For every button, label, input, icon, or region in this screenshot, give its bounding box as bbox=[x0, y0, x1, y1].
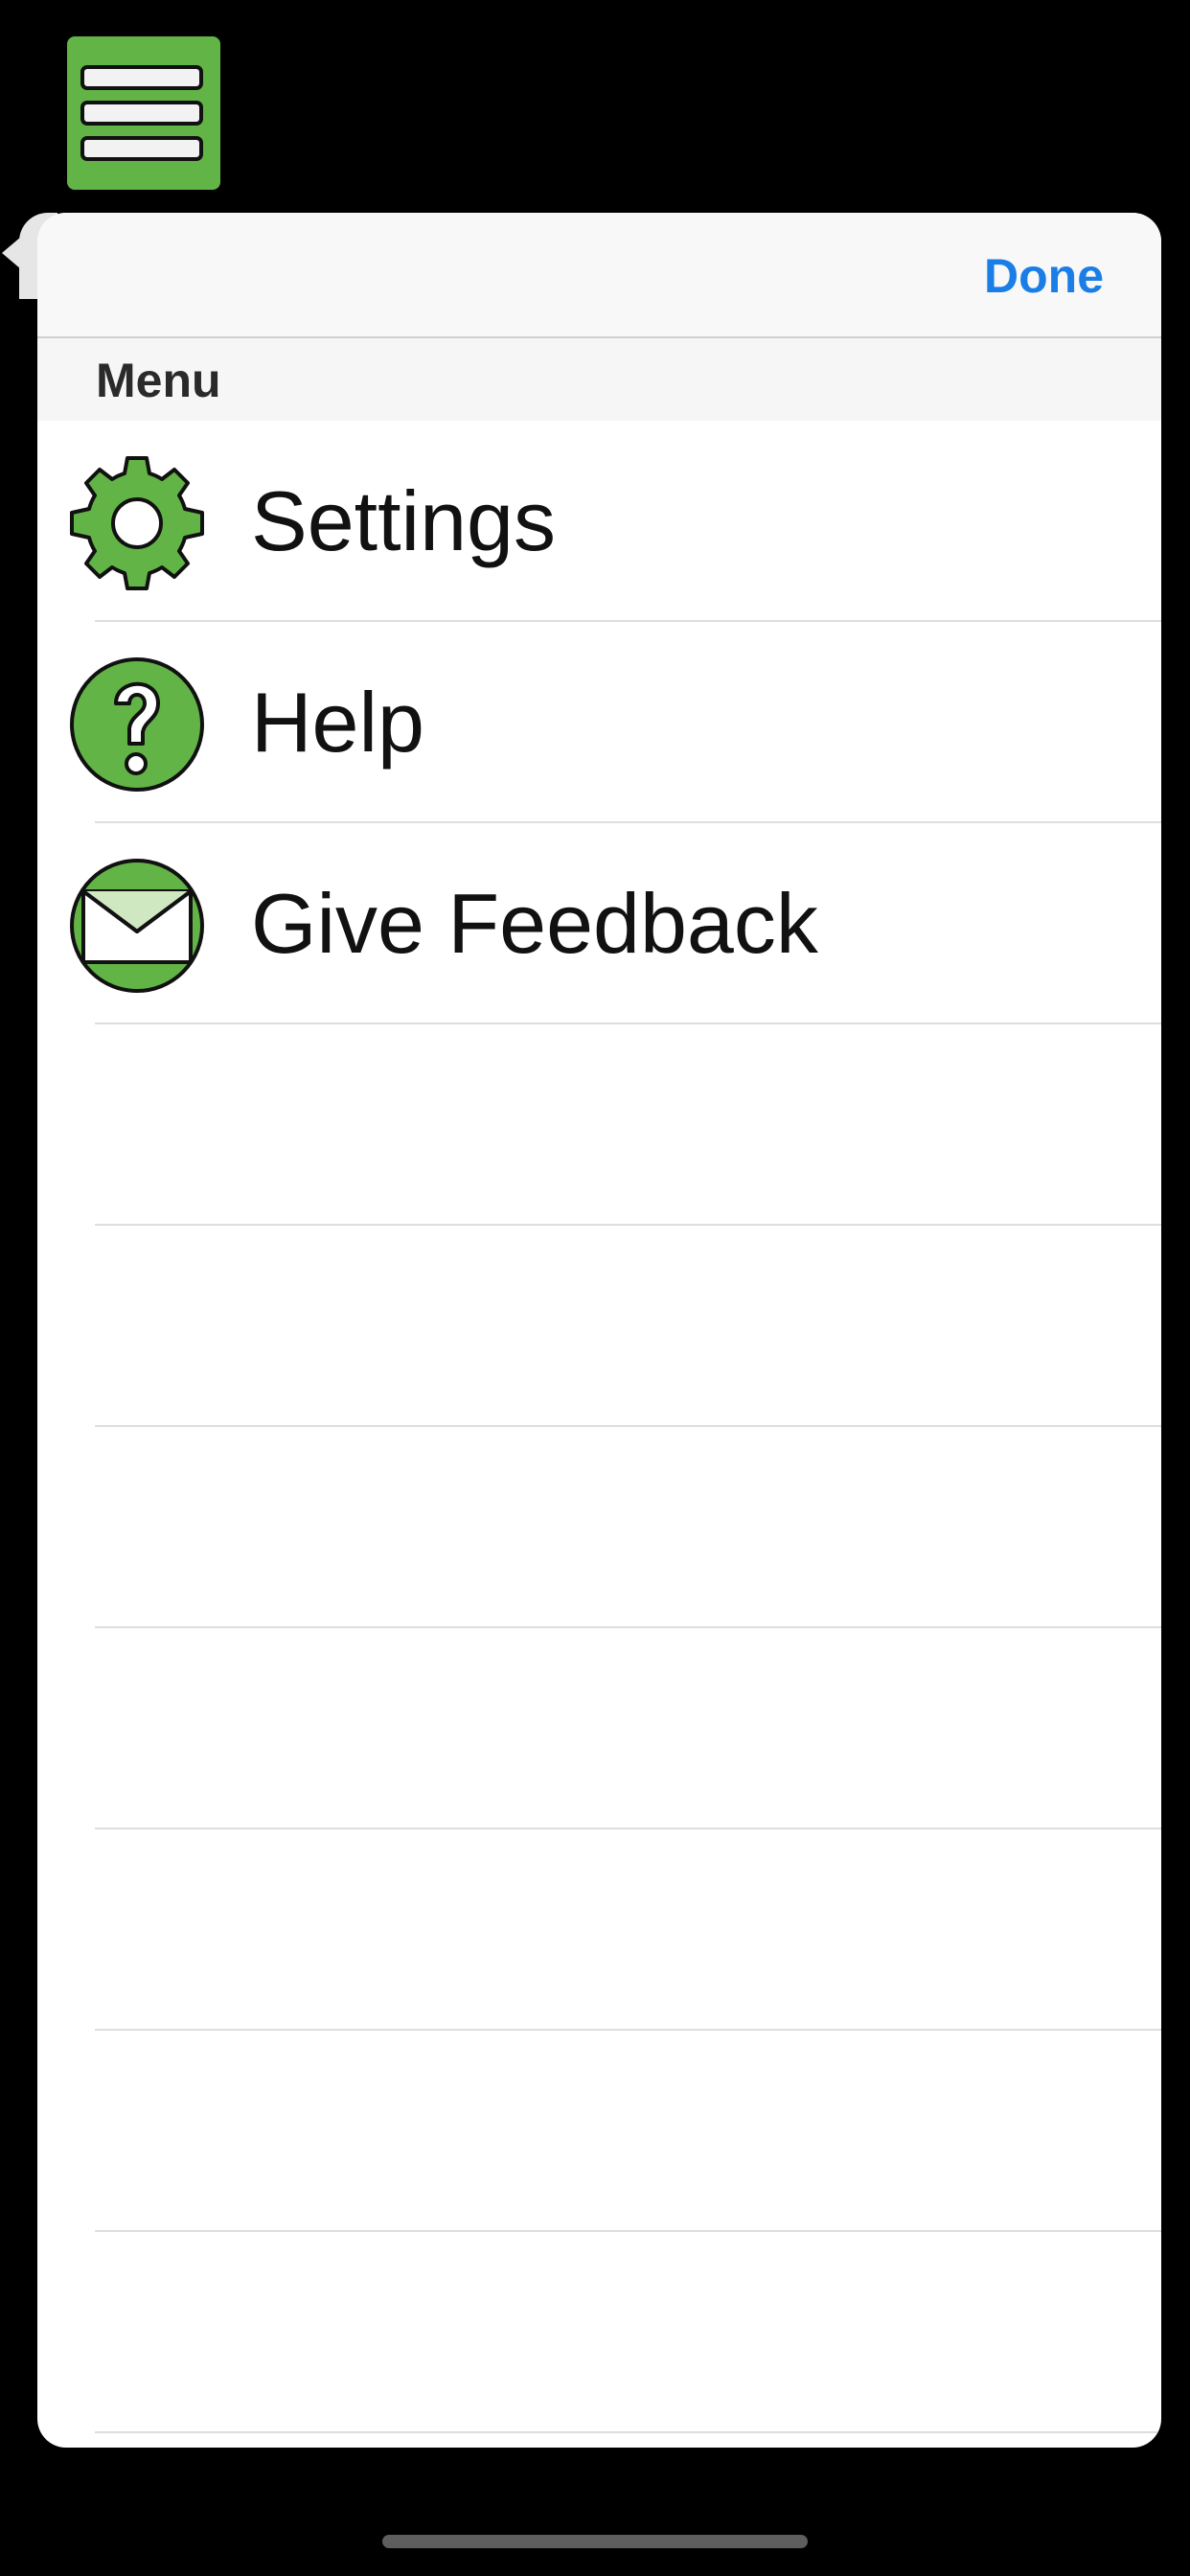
empty-row bbox=[37, 2232, 1161, 2433]
empty-row bbox=[37, 2031, 1161, 2232]
menu-list: Settings Help Give Feedback bbox=[37, 421, 1161, 2448]
popover-arrow-tip bbox=[2, 220, 40, 286]
empty-row bbox=[37, 1427, 1161, 1628]
question-mark-icon bbox=[70, 657, 204, 792]
envelope-icon bbox=[70, 859, 204, 993]
menu-item-give-feedback[interactable]: Give Feedback bbox=[37, 823, 1161, 1024]
empty-row bbox=[37, 1829, 1161, 2031]
nav-bar: Done bbox=[37, 213, 1161, 338]
gear-icon bbox=[70, 456, 204, 590]
empty-row bbox=[37, 1024, 1161, 1226]
menu-item-settings[interactable]: Settings bbox=[37, 421, 1161, 622]
section-header-title: Menu bbox=[96, 354, 221, 407]
menu-item-label: Give Feedback bbox=[251, 876, 818, 972]
empty-row bbox=[37, 1226, 1161, 1427]
menu-item-help[interactable]: Help bbox=[37, 622, 1161, 823]
empty-row bbox=[37, 2433, 1161, 2448]
menu-item-label: Help bbox=[251, 675, 424, 770]
hamburger-bar-icon bbox=[80, 136, 203, 161]
hamburger-bar-icon bbox=[80, 101, 203, 126]
hamburger-menu-button[interactable] bbox=[67, 36, 220, 190]
menu-item-label: Settings bbox=[251, 473, 556, 569]
hamburger-bar-icon bbox=[80, 65, 203, 90]
section-header: Menu bbox=[37, 338, 1161, 421]
home-indicator[interactable] bbox=[382, 2535, 808, 2548]
done-button[interactable]: Done bbox=[984, 247, 1104, 305]
screen: Done Menu Settings Help Give Feedback bbox=[0, 0, 1190, 2576]
menu-popover: Done Menu Settings Help Give Feedback bbox=[37, 213, 1161, 2448]
empty-row bbox=[37, 1628, 1161, 1829]
